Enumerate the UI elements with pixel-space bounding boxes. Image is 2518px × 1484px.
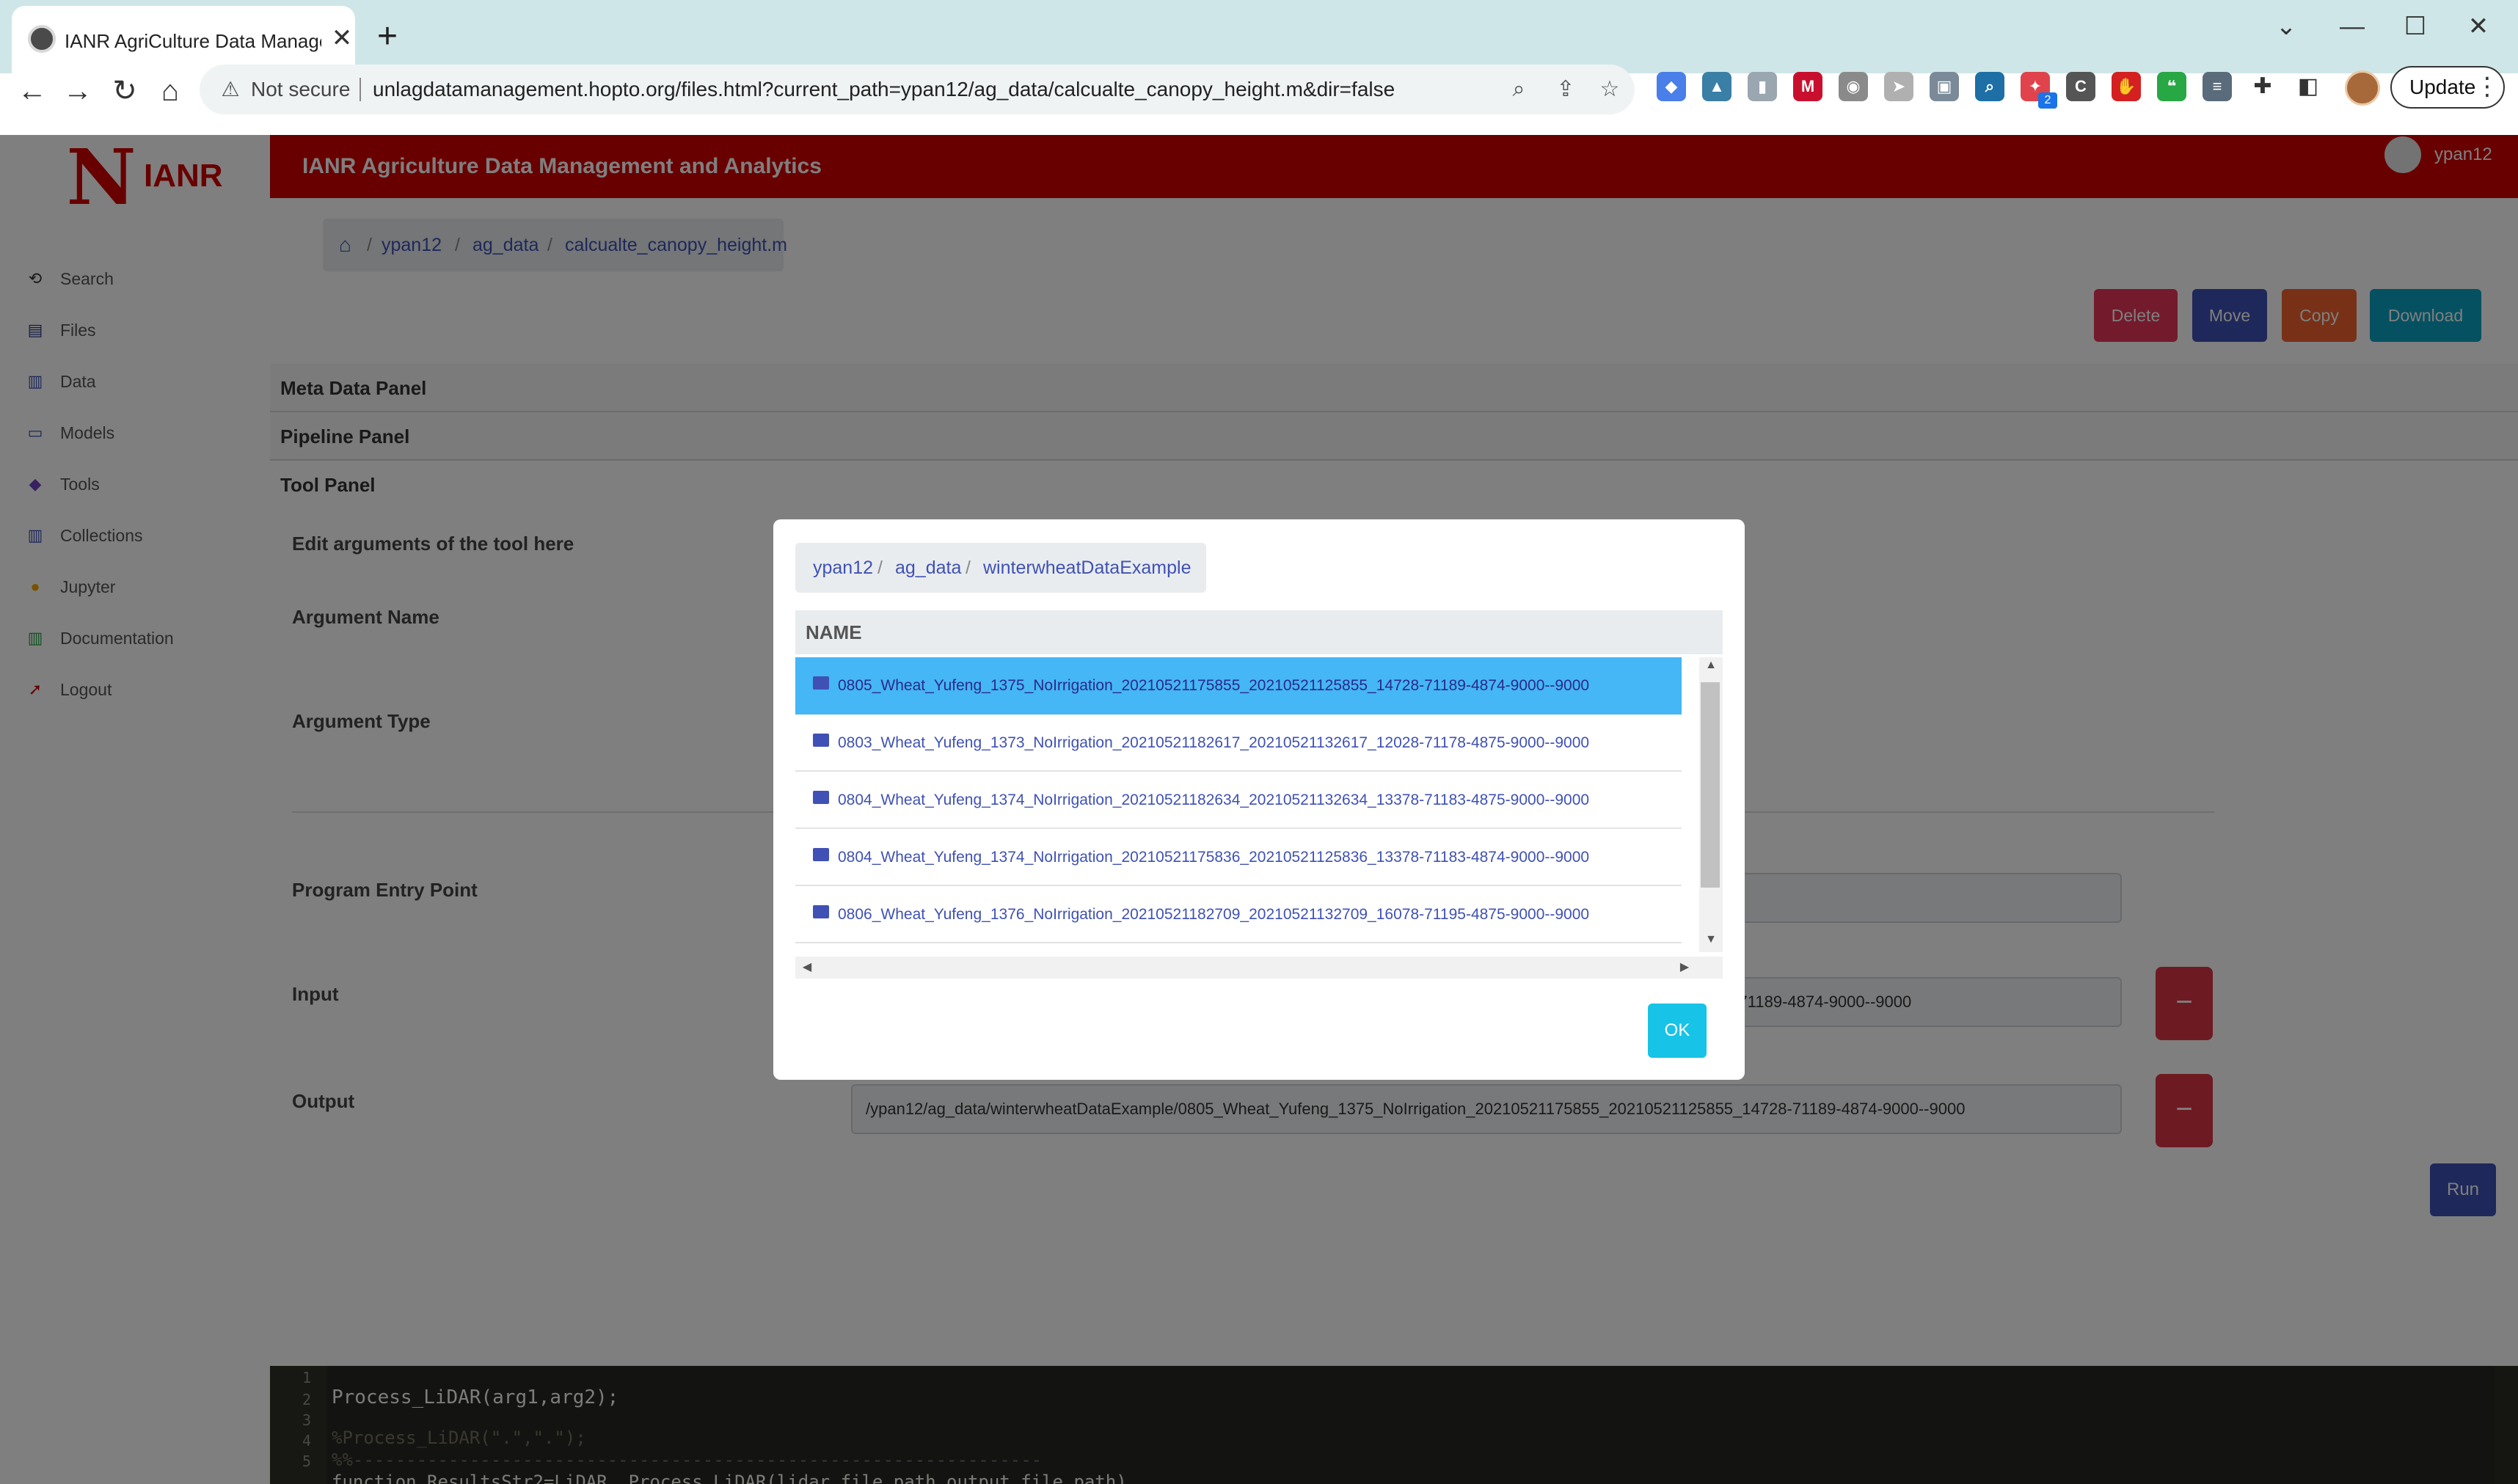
tab-favicon-icon [28, 25, 56, 53]
extension-icon[interactable]: ▮ [1748, 72, 1777, 101]
file-name: 0805_Wheat_Yufeng_1375_NoIrrigation_2021… [838, 677, 1590, 694]
url-text[interactable]: unlagdatamanagement.hopto.org/files.html… [373, 65, 1395, 114]
file-row[interactable]: 0806_Wheat_Yufeng_1376_NoIrrigation_2021… [795, 886, 1682, 943]
extension-badge: 2 [2038, 92, 2057, 109]
file-name: 0806_Wheat_Yufeng_1376_NoIrrigation_2021… [838, 906, 1590, 923]
browser-tab[interactable]: IANR AgriCulture Data Management ✕ [12, 6, 355, 73]
file-name: 0803_Wheat_Yufeng_1373_NoIrrigation_2021… [838, 734, 1590, 751]
breadcrumb-item[interactable]: ag_data [895, 543, 961, 593]
scroll-left-icon[interactable]: ◀ [798, 960, 816, 977]
extension-icon[interactable]: ❝ [2157, 72, 2186, 101]
extension-icon[interactable]: C [2066, 72, 2095, 101]
file-row[interactable]: 0803_Wheat_Yufeng_1373_NoIrrigation_2021… [795, 714, 1682, 772]
ok-button[interactable]: OK [1648, 1004, 1707, 1058]
tab-close-icon[interactable]: ✕ [327, 23, 357, 53]
file-row[interactable]: 0805_Wheat_Yufeng_1375_NoIrrigation_2021… [795, 657, 1682, 714]
new-tab-button[interactable]: + [367, 18, 408, 59]
address-divider [360, 78, 361, 101]
reload-button[interactable]: ↻ [103, 69, 147, 113]
column-header-name[interactable]: NAME [806, 610, 862, 654]
folder-icon [813, 791, 829, 804]
camera-icon[interactable]: ◉ [1839, 72, 1868, 101]
extension-icon[interactable]: ▲ [1702, 72, 1731, 101]
profile-avatar[interactable] [2345, 70, 2380, 106]
bookmark-star-icon[interactable]: ☆ [1592, 72, 1627, 107]
file-name: 0804_Wheat_Yufeng_1374_NoIrrigation_2021… [838, 849, 1590, 866]
breadcrumb-item[interactable]: winterwheatDataExample [983, 543, 1191, 593]
modal-breadcrumb: ypan12 / ag_data / winterwheatDataExampl… [795, 543, 1206, 593]
extension-icon[interactable]: ◆ [1657, 72, 1686, 101]
breadcrumb-item[interactable]: ypan12 [813, 543, 873, 593]
puzzle-icon[interactable]: ✚ [2248, 72, 2277, 101]
close-window-button[interactable]: ✕ [2449, 6, 2508, 47]
horizontal-scrollbar[interactable] [795, 957, 1723, 979]
file-row[interactable]: 0804_Wheat_Yufeng_1374_NoIrrigation_2021… [795, 772, 1682, 829]
search-extension-icon[interactable]: ⌕ [1975, 72, 2004, 101]
back-button[interactable]: ← [10, 69, 54, 113]
folder-icon [813, 848, 829, 861]
menu-dots-icon[interactable]: ⋮ [2473, 66, 2502, 109]
address-bar[interactable]: ⚠ Not secure unlagdatamanagement.hopto.o… [200, 65, 1635, 114]
extension-icon[interactable]: ≡ [2203, 72, 2232, 101]
cursor-icon[interactable]: ➤ [1884, 72, 1913, 101]
scroll-right-icon[interactable]: ▶ [1676, 960, 1693, 977]
folder-icon [813, 734, 829, 747]
scroll-up-icon[interactable]: ▲ [1701, 659, 1721, 676]
file-table-header [795, 610, 1723, 654]
minimize-window-button[interactable]: — [2323, 6, 2382, 47]
tab-title: IANR AgriCulture Data Management [65, 30, 321, 52]
breadcrumb-separator: / [966, 558, 971, 578]
extension-icon[interactable]: M [1793, 72, 1822, 101]
sidepanel-icon[interactable]: ◧ [2293, 72, 2323, 101]
chevron-down-icon[interactable]: ⌄ [2257, 6, 2316, 47]
not-secure-label[interactable]: Not secure [251, 65, 350, 114]
home-button[interactable]: ⌂ [148, 69, 192, 113]
forward-button[interactable]: → [56, 69, 100, 113]
scroll-down-icon[interactable]: ▼ [1701, 933, 1721, 951]
file-row[interactable]: 0804_Wheat_Yufeng_1374_NoIrrigation_2021… [795, 829, 1682, 886]
breadcrumb-separator: / [877, 558, 883, 578]
folder-icon [813, 676, 829, 690]
extension-icon[interactable]: ▣ [1930, 72, 1959, 101]
share-icon[interactable]: ⇪ [1548, 72, 1583, 107]
file-name: 0804_Wheat_Yufeng_1374_NoIrrigation_2021… [838, 792, 1590, 808]
zoom-icon[interactable]: ⌕ [1501, 72, 1536, 107]
stop-icon[interactable]: ✋ [2112, 72, 2141, 101]
scrollbar-thumb[interactable] [1701, 682, 1720, 888]
warning-icon[interactable]: ⚠ [217, 76, 244, 103]
folder-icon [813, 905, 829, 918]
maximize-window-button[interactable]: ☐ [2386, 6, 2445, 47]
